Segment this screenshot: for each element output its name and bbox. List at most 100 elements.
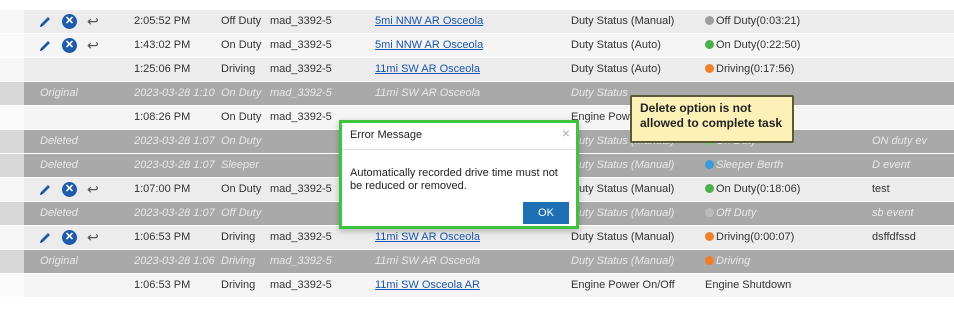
status-cell: On Duty [221, 135, 262, 147]
note-cell [872, 250, 954, 273]
duty-cell: Engine Shutdown [705, 274, 865, 297]
event-cell: Duty Status (Manual) [571, 15, 675, 27]
status-dot-icon [705, 256, 714, 265]
table-row: 1:25:06 PM Driving mad_3392-5 11mi SW AR Os… [0, 58, 954, 82]
time-cell: 2023-03-28 1:07 [134, 207, 215, 219]
ok-button[interactable]: OK [523, 202, 569, 224]
status-cell: On Duty [221, 39, 262, 51]
table-row: ✕ ↩ 2:05:52 PM Off Duty mad_3392-5 5mi NNW … [0, 10, 954, 34]
status-cell: On Duty [221, 111, 262, 123]
location-link[interactable]: 5mi NNW AR Osceola [375, 39, 483, 51]
status-dot-icon [705, 40, 714, 49]
location-link[interactable]: 11mi SW AR Osceola [375, 231, 480, 243]
delete-restriction-tooltip: Delete option is not allowed to complete… [630, 95, 794, 143]
duty-label: Off Duty(0:03:21) [716, 15, 801, 27]
row-label: Deleted [40, 207, 78, 219]
time-cell: 1:06:53 PM [134, 279, 191, 291]
tooltip-line-1: Delete option is not [640, 101, 752, 115]
note-cell [872, 10, 954, 33]
status-cell: Driving [221, 63, 256, 75]
duty-cell: Sleeper Berth [705, 154, 865, 177]
duty-label: Engine Shutdown [705, 279, 792, 291]
status-dot-icon [705, 232, 714, 241]
undo-icon[interactable]: ↩ [87, 37, 99, 54]
status-dot-icon [705, 208, 714, 217]
note-cell: sb event [872, 207, 914, 219]
status-cell: Driving [221, 279, 256, 291]
tooltip-line-2: allowed to complete task [640, 116, 783, 130]
time-cell: 2023-03-28 1:06 [134, 255, 215, 267]
location-link[interactable]: 11mi SW AR Osceola [375, 255, 480, 267]
location-link[interactable]: 11mi SW AR Osceola [375, 87, 480, 99]
note-cell: test [872, 183, 890, 195]
status-dot-icon [705, 184, 714, 193]
row-label: Original [40, 255, 78, 267]
event-cell: Duty Status (Manual) [571, 159, 675, 171]
delete-x-icon[interactable]: ✕ [62, 182, 77, 197]
unit-cell: mad_3392-5 [270, 255, 332, 267]
row-label: Original [40, 87, 78, 99]
location-link[interactable]: 11mi SW AR Osceola [375, 63, 480, 75]
unit-cell: mad_3392-5 [270, 63, 332, 75]
duty-label: Driving(0:17:56) [716, 63, 795, 75]
status-cell: Off Duty [221, 207, 262, 219]
note-cell: dsffdfssd [872, 231, 916, 243]
note-cell [872, 274, 954, 297]
undo-icon[interactable]: ↩ [87, 229, 99, 246]
row-label: Deleted [40, 135, 78, 147]
status-cell: On Duty [221, 87, 262, 99]
dialog-title: Error Message [350, 129, 423, 141]
event-cell: Duty Status (Manual) [571, 207, 675, 219]
time-cell: 1:08:26 PM [134, 111, 191, 123]
pencil-icon[interactable] [38, 39, 52, 53]
time-cell: 1:07:00 PM [134, 183, 191, 195]
event-cell: Duty Status (Manual) [571, 183, 675, 195]
delete-x-icon[interactable]: ✕ [62, 230, 77, 245]
status-cell: Driving [221, 255, 256, 267]
duty-cell: Driving(0:00:07) [705, 226, 865, 249]
location-link[interactable]: 5mi NNW AR Osceola [375, 15, 483, 27]
row-actions: ✕ ↩ [38, 226, 99, 249]
duty-cell: On Duty(0:18:06) [705, 178, 865, 201]
event-cell: Duty Status (Manual) [571, 231, 675, 243]
row-actions: ✕ ↩ [38, 10, 99, 33]
note-cell [872, 34, 954, 57]
row-label: Deleted [40, 159, 78, 171]
duty-label: Sleeper Berth [716, 159, 784, 171]
status-cell: Sleeper [221, 159, 259, 171]
status-cell: Driving [221, 231, 256, 243]
event-cell: Engine Power On/Off [571, 279, 675, 291]
note-cell [872, 58, 954, 81]
table-row: 1:06:53 PM Driving mad_3392-5 11mi SW Osceo… [0, 274, 954, 298]
time-cell: 2:05:52 PM [134, 15, 191, 27]
duty-label: Driving [716, 255, 751, 267]
event-cell: Duty Status (Auto) [571, 39, 661, 51]
status-cell: On Duty [221, 183, 262, 195]
duty-label: On Duty(0:18:06) [716, 183, 801, 195]
duty-cell: Driving(0:17:56) [705, 58, 865, 81]
status-dot-icon [705, 64, 714, 73]
delete-x-icon[interactable]: ✕ [62, 38, 77, 53]
duty-label: Driving(0:00:07) [716, 231, 795, 243]
status-dot-icon [705, 160, 714, 169]
time-cell: 1:06:53 PM [134, 231, 191, 243]
duty-label: On Duty(0:22:50) [716, 39, 801, 51]
unit-cell: mad_3392-5 [270, 279, 332, 291]
duty-cell: On Duty(0:22:50) [705, 34, 865, 57]
time-cell: 1:43:02 PM [134, 39, 191, 51]
close-icon[interactable]: × [562, 125, 570, 141]
location-link[interactable]: 11mi SW Osceola AR [375, 279, 480, 291]
pencil-icon[interactable] [38, 183, 52, 197]
pencil-icon[interactable] [38, 231, 52, 245]
undo-icon[interactable]: ↩ [87, 13, 99, 30]
note-cell: ON duty ev [872, 135, 928, 147]
note-cell [872, 106, 954, 129]
note-cell: D event [872, 159, 910, 171]
time-cell: 2023-03-28 1:07 [134, 159, 215, 171]
event-cell: Duty Status (Auto) [571, 63, 661, 75]
duty-cell: Off Duty [705, 202, 865, 225]
pencil-icon[interactable] [38, 15, 52, 29]
undo-icon[interactable]: ↩ [87, 181, 99, 198]
delete-x-icon[interactable]: ✕ [62, 14, 77, 29]
note-cell [872, 82, 954, 105]
